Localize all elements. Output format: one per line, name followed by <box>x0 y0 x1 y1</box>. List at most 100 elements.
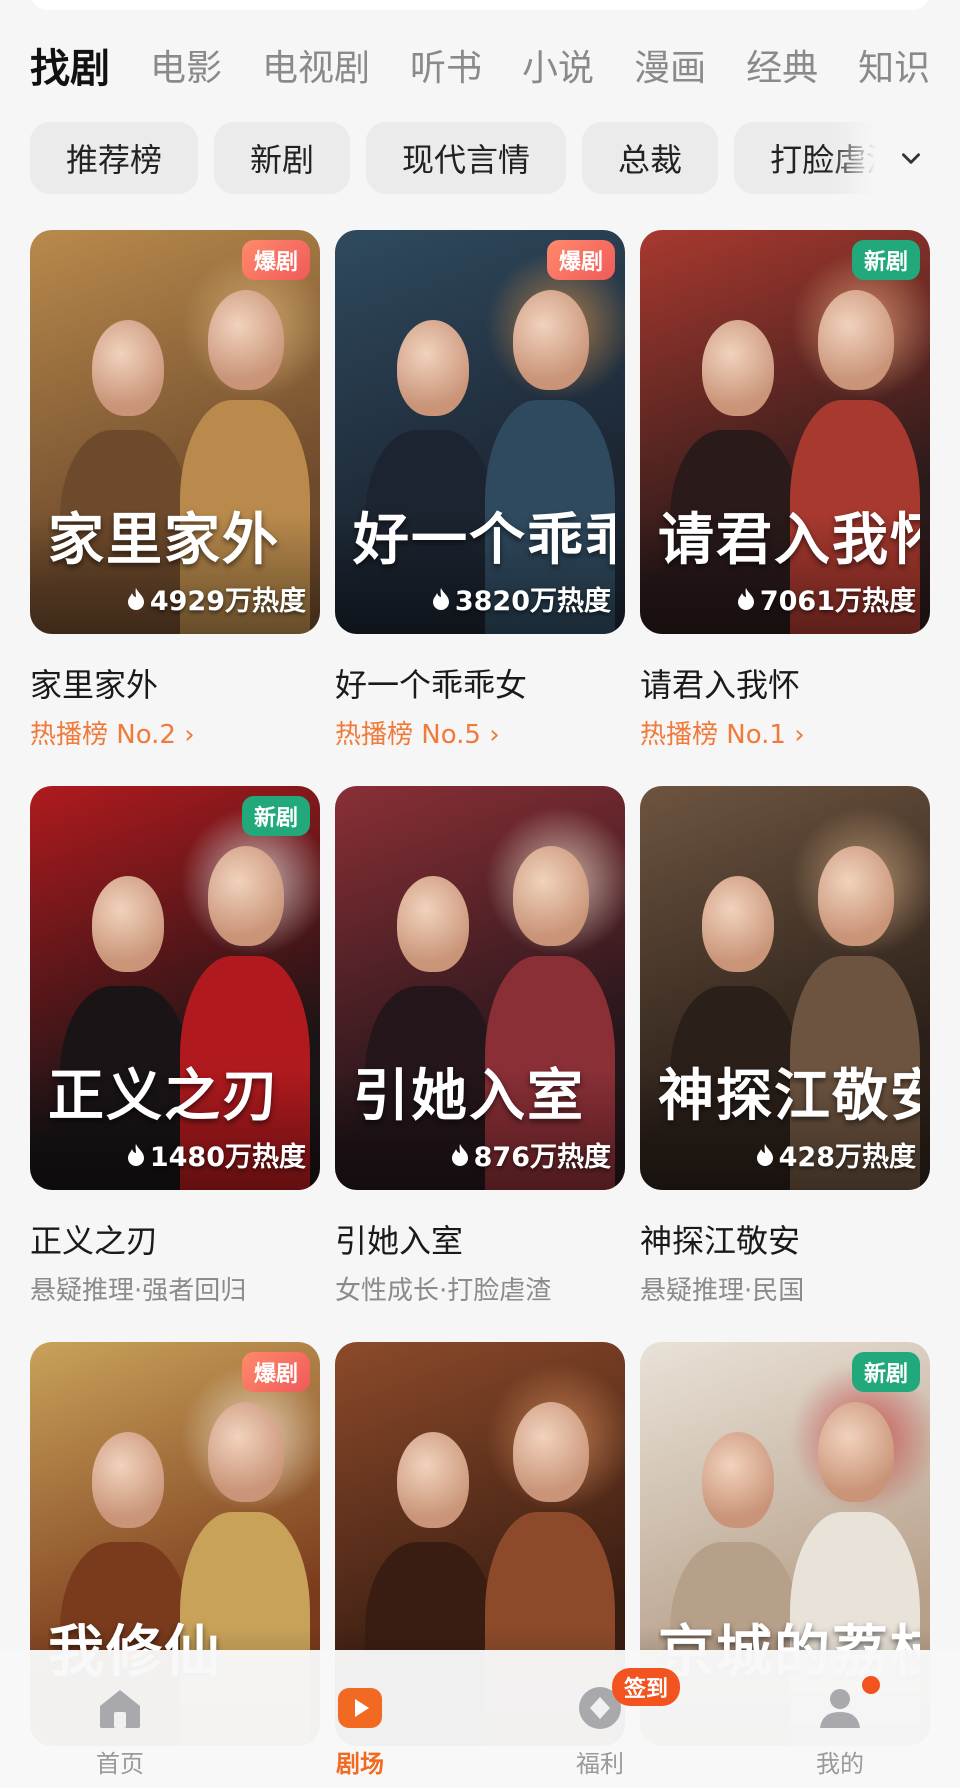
heat-value: 1480万热度 <box>149 1142 306 1173</box>
profile-icon <box>820 1689 860 1728</box>
drama-title[interactable]: 引她入室 <box>335 1216 625 1260</box>
new-badge: 新剧 <box>851 240 920 280</box>
heat-count: 876万热度 <box>450 1135 611 1174</box>
chip-modern-romance[interactable]: 现代言情 <box>366 122 567 194</box>
figure-face <box>818 1402 894 1502</box>
chip-ceo[interactable]: 总裁 <box>582 122 719 194</box>
heat-value: 7061万热度 <box>759 586 916 617</box>
figure-face <box>818 290 894 390</box>
drama-card[interactable]: 请君入我怀 新剧 7061万热度 请君入我怀 热播榜 No.1 › <box>640 230 930 750</box>
genre-tags: 悬疑推理·民国 <box>640 1276 805 1306</box>
tab-knowledge[interactable]: 知识 <box>858 40 930 90</box>
flame-icon <box>451 1143 468 1166</box>
nav-welfare[interactable]: 签到 福利 <box>500 1668 700 1779</box>
poster-title-art: 请君入我怀 <box>658 507 920 573</box>
genre-tags: 女性成长·打脸虐渣 <box>335 1276 552 1306</box>
figure-face <box>513 846 589 946</box>
filter-chips: 推荐榜 新剧 现代言情 总裁 打脸虐渣 <box>30 122 960 194</box>
chip-recommended-chart[interactable]: 推荐榜 <box>30 122 199 194</box>
tab-tv-series[interactable]: 电视剧 <box>262 40 370 90</box>
heat-value: 3820万热度 <box>454 586 611 617</box>
nav-home[interactable]: 首页 <box>20 1682 220 1779</box>
heat-count: 428万热度 <box>755 1135 916 1174</box>
figure-face <box>702 320 774 416</box>
search-bar[interactable] <box>30 0 930 10</box>
drama-card[interactable]: 好一个乖乖女爆剧3820万热度好一个乖乖女热播榜 No.5 › <box>335 230 625 750</box>
figure-face <box>702 876 774 972</box>
figure-face <box>513 1402 589 1502</box>
figure-face <box>397 320 469 416</box>
heat-count: 4929万热度 <box>126 579 306 618</box>
drama-grid: 家里家外爆剧4929万热度家里家外热播榜 No.2 ›好一个乖乖女爆剧3820万… <box>30 230 930 1746</box>
drama-title[interactable]: 请君入我怀 <box>640 660 930 704</box>
nav-profile-label: 我的 <box>816 1750 864 1778</box>
drama-title[interactable]: 神探江敬安 <box>640 1216 930 1260</box>
drama-card[interactable]: 神探江敬安 428万热度 神探江敬安 悬疑推理·民国 <box>640 786 930 1306</box>
hot-badge: 爆剧 <box>241 240 310 280</box>
flame-icon <box>127 1143 144 1166</box>
figure-face <box>92 876 164 972</box>
heat-count: 7061万热度 <box>736 579 916 618</box>
heat-value: 4929万热度 <box>149 586 306 617</box>
home-icon <box>100 1690 140 1728</box>
drama-title[interactable]: 好一个乖乖女 <box>335 660 625 704</box>
figure-face <box>397 1432 469 1528</box>
tab-comics[interactable]: 漫画 <box>634 40 706 90</box>
flame-icon <box>127 587 144 610</box>
tab-novels[interactable]: 小说 <box>522 40 594 90</box>
hot-badge: 爆剧 <box>546 240 615 280</box>
poster-image[interactable]: 神探江敬安 428万热度 <box>640 786 930 1190</box>
figure-face <box>208 1402 284 1502</box>
figure-face <box>818 846 894 946</box>
poster-image[interactable]: 家里家外 爆剧 4929万热度 <box>30 230 320 634</box>
ranking-link[interactable]: 热播榜 No.1 › <box>640 714 930 750</box>
drama-card[interactable]: 引她入室 876万热度 引她入室 女性成长·打脸虐渣 <box>335 786 625 1306</box>
new-badge: 新剧 <box>851 1352 920 1392</box>
play-icon <box>338 1688 382 1728</box>
nav-welfare-label: 福利 <box>576 1750 624 1778</box>
category-tabs: 找剧 电影 电视剧 听书 小说 漫画 经典 知识 <box>30 40 960 90</box>
nav-theater[interactable]: 剧场 <box>260 1682 460 1779</box>
drama-card[interactable]: 正义之刃 新剧 1480万热度 正义之刃 悬疑推理·强者回归 <box>30 786 320 1306</box>
drama-title[interactable]: 正义之刃 <box>30 1216 320 1260</box>
drama-card[interactable]: 家里家外 爆剧 4929万热度 家里家外 热播榜 No.2 › <box>30 230 320 750</box>
figure-face <box>208 846 284 946</box>
flame-icon <box>737 587 754 610</box>
poster-image[interactable]: 引她入室 876万热度 <box>335 786 625 1190</box>
figure-face <box>208 290 284 390</box>
expand-chips-button[interactable] <box>830 122 960 194</box>
poster-title-art: 正义之刃 <box>48 1063 280 1129</box>
drama-title[interactable]: 家里家外 <box>30 660 320 704</box>
heat-count: 1480万热度 <box>126 1135 306 1174</box>
chevron-down-icon <box>902 153 920 164</box>
nav-home-label: 首页 <box>96 1750 144 1778</box>
flame-icon <box>432 587 449 610</box>
genre-tags: 悬疑推理·强者回归 <box>30 1276 247 1306</box>
ranking-link[interactable]: 热播榜 No.5 › <box>335 714 625 750</box>
poster-title-art: 家里家外 <box>48 507 280 573</box>
tab-find-drama[interactable]: 找剧 <box>30 40 110 90</box>
poster-image[interactable]: 请君入我怀 新剧 7061万热度 <box>640 230 930 634</box>
bottom-nav: 首页 剧场 签到 福利 我的 <box>0 1650 960 1788</box>
poster-title-art: 引她入室 <box>353 1063 585 1129</box>
figure-face <box>702 1432 774 1528</box>
tab-classics[interactable]: 经典 <box>746 40 818 90</box>
figure-face <box>92 320 164 416</box>
nav-theater-label: 剧场 <box>336 1750 384 1778</box>
ranking-link[interactable]: 热播榜 No.2 › <box>30 714 320 750</box>
tab-audiobooks[interactable]: 听书 <box>410 40 482 90</box>
figure-face <box>397 876 469 972</box>
chip-new-drama[interactable]: 新剧 <box>214 122 351 194</box>
poster-image[interactable]: 好一个乖乖女 爆剧 3820万热度 <box>335 230 625 634</box>
sign-in-badge[interactable]: 签到 <box>612 1668 681 1706</box>
poster-title-art: 神探江敬安 <box>658 1063 920 1129</box>
figure-face <box>513 290 589 390</box>
nav-profile[interactable]: 我的 <box>740 1676 940 1779</box>
figure-face <box>92 1432 164 1528</box>
poster-image[interactable]: 正义之刃 新剧 1480万热度 <box>30 786 320 1190</box>
new-badge: 新剧 <box>241 796 310 836</box>
flame-icon <box>756 1143 773 1166</box>
heat-value: 876万热度 <box>473 1142 611 1173</box>
poster-title-art: 好一个乖乖女 <box>353 507 615 573</box>
tab-movies[interactable]: 电影 <box>150 40 222 90</box>
